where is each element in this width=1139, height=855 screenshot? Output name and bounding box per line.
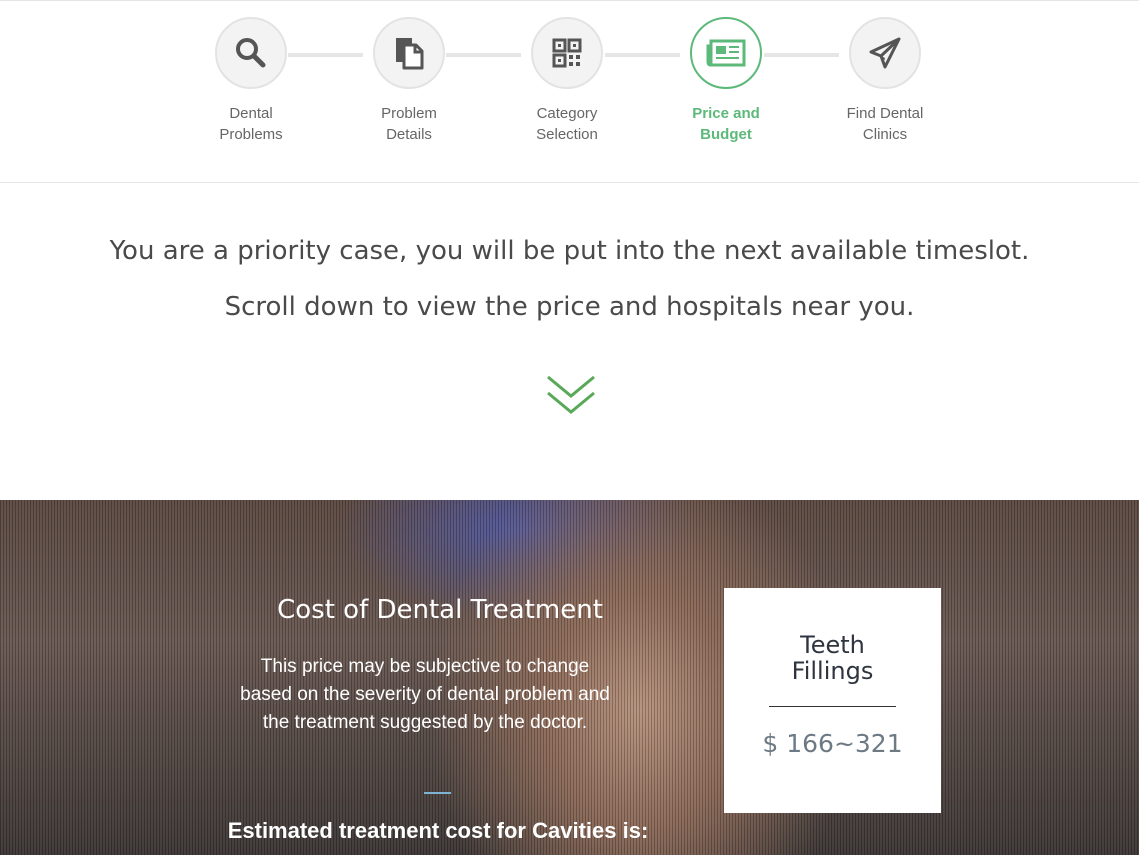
step-find-dental-clinics[interactable]: Find Dental Clinics [815, 17, 955, 145]
scroll-down-chevron-icon[interactable] [545, 374, 597, 418]
step-dental-problems[interactable]: Dental Problems [181, 17, 321, 145]
step-label: Price and Budget [692, 105, 760, 143]
estimated-cost-heading: Estimated treatment cost for Cavities is… [227, 818, 649, 843]
cost-divider [424, 792, 451, 794]
step-circle [690, 17, 762, 89]
step-circle [215, 17, 287, 89]
paper-plane-icon [869, 37, 901, 69]
step-circle [373, 17, 445, 89]
newspaper-icon [706, 39, 746, 67]
progress-stepper: Dental Problems Problem Details Category… [0, 0, 1139, 183]
step-label: Find Dental Clinics [846, 105, 924, 143]
step-label: Dental Problems [219, 105, 283, 143]
cost-section: Cost of Dental Treatment This price may … [0, 500, 1139, 855]
documents-icon [396, 38, 424, 70]
step-label: Category Selection [536, 105, 598, 143]
step-label: Problem Details [381, 105, 437, 143]
cost-description: This price may be subjective to change b… [240, 656, 610, 733]
step-problem-details[interactable]: Problem Details [339, 17, 479, 145]
treatment-price: $ 166~321 [762, 729, 903, 758]
step-circle [531, 17, 603, 89]
treatment-name: Teeth Fillings [791, 631, 874, 685]
price-card: Teeth Fillings $ 166~321 [724, 588, 941, 813]
search-icon [236, 38, 266, 68]
qr-code-icon [552, 38, 582, 68]
price-divider [769, 706, 896, 707]
priority-notice: You are a priority case, you will be put… [109, 236, 1030, 266]
step-price-and-budget[interactable]: Price and Budget [656, 17, 796, 145]
step-circle [849, 17, 921, 89]
cost-title: Cost of Dental Treatment [277, 595, 603, 625]
scroll-hint: Scroll down to view the price and hospit… [224, 292, 915, 322]
step-category-selection[interactable]: Category Selection [497, 17, 637, 145]
priority-message: You are a priority case, you will be put… [0, 184, 1139, 500]
